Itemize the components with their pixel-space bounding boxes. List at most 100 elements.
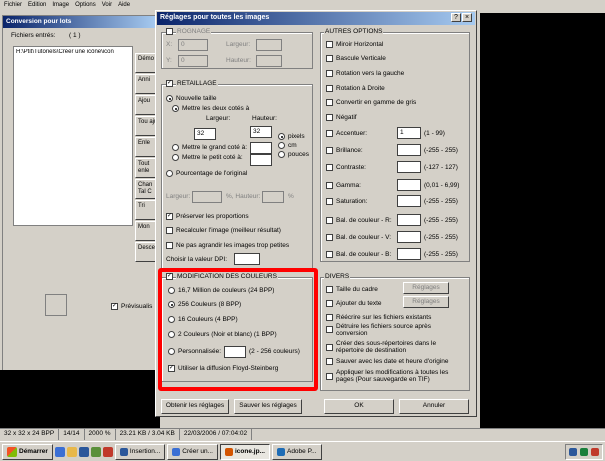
media-icon[interactable] bbox=[90, 446, 101, 457]
delete-source-checkbox[interactable] bbox=[326, 326, 333, 333]
settings-dialog: Réglages pour toutes les images ? × ROGN… bbox=[155, 10, 477, 417]
menu-file[interactable]: Fichier bbox=[4, 2, 22, 11]
color-balance-r-checkbox[interactable] bbox=[326, 217, 333, 224]
shortest-side-input[interactable] bbox=[250, 154, 272, 166]
ie-icon[interactable] bbox=[54, 446, 65, 457]
subfolders-checkbox[interactable] bbox=[326, 344, 333, 351]
shortest-side-radio[interactable] bbox=[172, 154, 179, 161]
get-settings-button[interactable]: Obtenir les réglages bbox=[161, 399, 229, 414]
task-adobe[interactable]: Adobe P... bbox=[271, 443, 322, 460]
close-button[interactable]: × bbox=[462, 13, 472, 22]
longest-side-input[interactable] bbox=[250, 142, 272, 154]
color-balance-b-range: (-255 - 255) bbox=[424, 251, 458, 258]
keep-ratio-label: Préserver les proportions bbox=[176, 213, 249, 220]
task-insertion-label: Insertion... bbox=[129, 448, 161, 455]
new-size-radio[interactable] bbox=[166, 95, 173, 102]
app-icon[interactable] bbox=[102, 446, 113, 457]
rotate-right-checkbox[interactable] bbox=[326, 85, 333, 92]
menu-options[interactable]: Options bbox=[75, 2, 96, 11]
help-button[interactable]: ? bbox=[451, 13, 461, 22]
task-creer-label: Créer un... bbox=[182, 448, 213, 455]
task-icone[interactable]: icone.jp... bbox=[220, 443, 270, 460]
overwrite-checkbox[interactable] bbox=[326, 314, 333, 321]
color-balance-v-checkbox[interactable] bbox=[326, 234, 333, 241]
crop-y-input[interactable]: 0 bbox=[178, 55, 208, 67]
dpi-input[interactable] bbox=[234, 253, 260, 265]
unit-inches-radio[interactable] bbox=[278, 151, 285, 158]
menu-image[interactable]: Image bbox=[52, 2, 69, 11]
gamma-checkbox[interactable] bbox=[326, 182, 333, 189]
canvas-size-checkbox[interactable] bbox=[326, 286, 333, 293]
unit-pixels-label: pixels bbox=[288, 133, 305, 140]
saturation-checkbox[interactable] bbox=[326, 198, 333, 205]
mirror-horizontal-checkbox[interactable] bbox=[326, 41, 333, 48]
color-balance-r-input[interactable] bbox=[397, 214, 421, 226]
percent-width-input[interactable] bbox=[192, 191, 222, 203]
crop-width-input[interactable] bbox=[256, 39, 282, 51]
sharpen-range: (1 - 99) bbox=[424, 130, 445, 137]
resize-height-input[interactable]: 32 bbox=[250, 126, 272, 138]
negative-checkbox[interactable] bbox=[326, 114, 333, 121]
windows-logo-icon bbox=[7, 446, 17, 457]
file-list[interactable]: H:\Ptit\Tutoriels\Créer une icône\icon bbox=[13, 46, 133, 226]
taskbar: Démarrer Insertion... Créer un... icone.… bbox=[0, 441, 605, 461]
preview-checkbox[interactable]: ✓ bbox=[111, 303, 118, 310]
saturation-input[interactable] bbox=[397, 195, 421, 207]
unit-cm-label: cm bbox=[288, 142, 297, 149]
rotate-left-checkbox[interactable] bbox=[326, 70, 333, 77]
both-sides-label: Mettre les deux cotés à bbox=[182, 105, 250, 112]
percent-height-input[interactable] bbox=[262, 191, 284, 203]
keep-date-checkbox[interactable] bbox=[326, 358, 333, 365]
resample-checkbox[interactable] bbox=[166, 227, 173, 234]
crop-x-input[interactable]: 0 bbox=[178, 39, 208, 51]
color-balance-v-input[interactable] bbox=[397, 231, 421, 243]
unit-cm-radio[interactable] bbox=[278, 142, 285, 149]
contrast-checkbox[interactable] bbox=[326, 164, 333, 171]
no-enlarge-checkbox[interactable] bbox=[166, 242, 173, 249]
word-icon[interactable] bbox=[78, 446, 89, 457]
system-tray bbox=[565, 443, 603, 460]
menu-view[interactable]: Voir bbox=[102, 2, 112, 11]
sharpen-input[interactable]: 1 bbox=[397, 127, 421, 139]
saturation-range: (-255 - 255) bbox=[424, 198, 458, 205]
brightness-checkbox[interactable] bbox=[326, 147, 333, 154]
all-pages-checkbox[interactable] bbox=[326, 373, 333, 380]
both-sides-radio[interactable] bbox=[172, 105, 179, 112]
start-button[interactable]: Démarrer bbox=[2, 443, 53, 460]
gamma-input[interactable] bbox=[397, 179, 421, 191]
crop-checkbox[interactable] bbox=[166, 28, 173, 35]
grayscale-checkbox[interactable] bbox=[326, 99, 333, 106]
canvas-settings-button[interactable]: Réglages bbox=[403, 282, 449, 294]
tray-antivirus-icon[interactable] bbox=[591, 447, 599, 456]
menu-help[interactable]: Aide bbox=[118, 2, 130, 11]
crop-height-input[interactable] bbox=[256, 55, 282, 67]
longest-side-radio[interactable] bbox=[172, 144, 179, 151]
unit-pixels-radio[interactable] bbox=[278, 133, 285, 140]
ok-button[interactable]: OK bbox=[324, 399, 394, 414]
brightness-input[interactable] bbox=[397, 144, 421, 156]
resize-width-label: Largeur: bbox=[206, 115, 231, 122]
folder-icon[interactable] bbox=[66, 446, 77, 457]
menu-edit[interactable]: Edition bbox=[28, 2, 46, 11]
contrast-input[interactable] bbox=[397, 161, 421, 173]
cancel-button[interactable]: Annuler bbox=[399, 399, 469, 414]
save-settings-button[interactable]: Sauver les réglages bbox=[234, 399, 302, 414]
tray-language-icon[interactable] bbox=[569, 447, 577, 456]
text-settings-button[interactable]: Réglages bbox=[403, 296, 449, 308]
resize-width-input[interactable]: 32 bbox=[194, 128, 216, 140]
color-balance-b-checkbox[interactable] bbox=[326, 251, 333, 258]
file-list-item[interactable]: H:\Ptit\Tutoriels\Créer une icône\icon bbox=[16, 49, 130, 55]
color-balance-b-input[interactable] bbox=[397, 248, 421, 260]
highlight-annotation bbox=[158, 268, 318, 391]
add-text-checkbox[interactable] bbox=[326, 300, 333, 307]
flip-vertical-checkbox[interactable] bbox=[326, 55, 333, 62]
resize-checkbox[interactable]: ✓ bbox=[166, 80, 173, 87]
files-label: Fichiers entrés: bbox=[11, 32, 56, 39]
task-creer[interactable]: Créer un... bbox=[167, 443, 218, 460]
tray-network-icon[interactable] bbox=[580, 447, 588, 456]
mirror-horizontal-label: Miroir Horizontal bbox=[336, 41, 384, 48]
sharpen-checkbox[interactable] bbox=[326, 130, 333, 137]
task-insertion[interactable]: Insertion... bbox=[114, 443, 166, 460]
keep-ratio-checkbox[interactable]: ✓ bbox=[166, 213, 173, 220]
percent-radio[interactable] bbox=[166, 170, 173, 177]
